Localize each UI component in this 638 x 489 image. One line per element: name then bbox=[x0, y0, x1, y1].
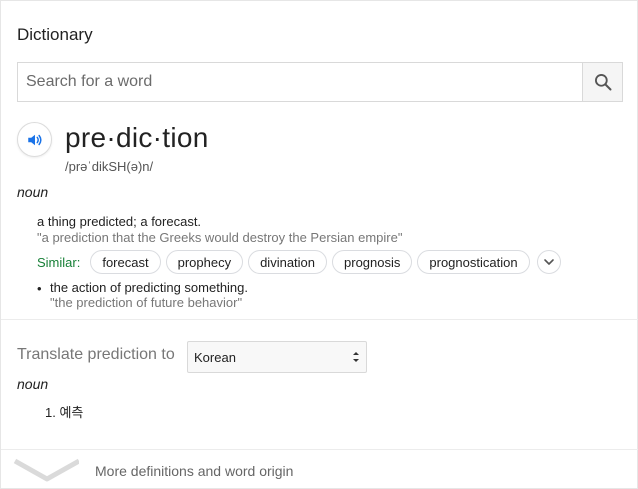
panel-title: Dictionary bbox=[17, 25, 93, 44]
chevron-down-icon bbox=[543, 259, 554, 265]
search-icon bbox=[594, 74, 611, 91]
phonetic-spelling: /prəˈdikSH(ə)n/ bbox=[65, 159, 154, 174]
more-definitions-button[interactable]: More definitions and word origin bbox=[13, 457, 293, 485]
translation-part-of-speech: noun bbox=[17, 376, 49, 392]
definition-2: the action of predicting something. bbox=[50, 280, 249, 295]
pronunciation-button[interactable] bbox=[17, 122, 52, 157]
part-of-speech: noun bbox=[17, 184, 49, 200]
similar-label: Similar: bbox=[37, 254, 81, 270]
similar-chip-prognosis[interactable]: prognosis bbox=[332, 250, 413, 274]
language-select[interactable]: Korean bbox=[187, 341, 367, 373]
speaker-icon bbox=[27, 134, 42, 145]
similar-chip-forecast[interactable]: forecast bbox=[90, 250, 161, 274]
divider bbox=[1, 449, 638, 450]
dictionary-panel: Dictionary pre·dic·tion /prəˈdikSH(ə)n/ … bbox=[0, 0, 638, 489]
sense-bullet: • bbox=[37, 281, 42, 296]
headword: pre·dic·tion bbox=[65, 122, 209, 153]
more-definitions-label: More definitions and word origin bbox=[95, 463, 294, 479]
example-1: "a prediction that the Greeks would dest… bbox=[37, 230, 403, 245]
search-input[interactable] bbox=[18, 63, 583, 101]
show-more-similar-button[interactable] bbox=[536, 250, 561, 274]
select-arrows-icon bbox=[353, 352, 359, 362]
definition-1: a thing predicted; a forecast. bbox=[37, 214, 202, 229]
divider bbox=[1, 319, 638, 320]
translation-item: 1. 예측 bbox=[45, 405, 84, 420]
similar-chip-prophecy[interactable]: prophecy bbox=[165, 250, 244, 274]
search-button[interactable] bbox=[582, 63, 622, 101]
example-2: "the prediction of future behavior" bbox=[50, 295, 243, 310]
chevron-down-icon bbox=[13, 458, 79, 482]
translate-label: Translate prediction to bbox=[17, 346, 175, 363]
similar-words-row: Similar: forecast prophecy divination pr… bbox=[37, 250, 561, 274]
search-box bbox=[17, 62, 623, 102]
language-select-value: Korean bbox=[194, 349, 236, 365]
similar-chip-divination[interactable]: divination bbox=[248, 250, 328, 274]
similar-chip-prognostication[interactable]: prognostication bbox=[417, 250, 530, 274]
